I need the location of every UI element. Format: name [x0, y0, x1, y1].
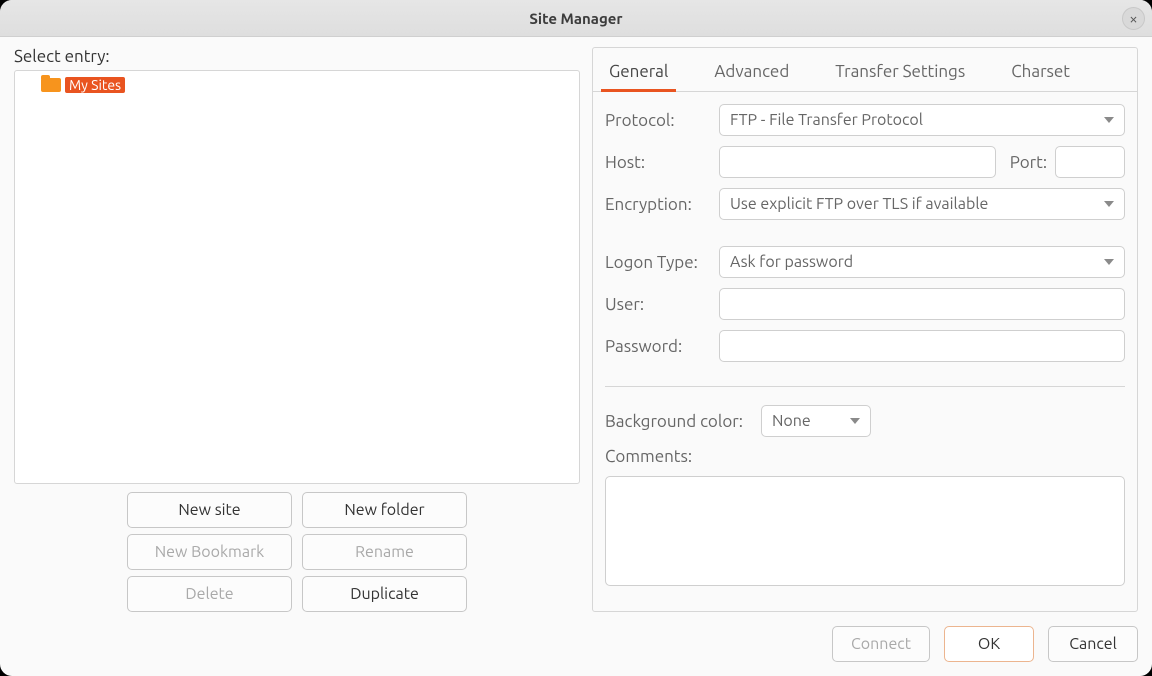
- logon-type-label: Logon Type:: [605, 253, 711, 272]
- connect-button: Connect: [832, 626, 930, 662]
- general-form: Protocol: FTP - File Transfer Protocol H…: [605, 92, 1125, 586]
- user-input[interactable]: [730, 294, 1114, 314]
- tab-transfer-settings[interactable]: Transfer Settings: [827, 56, 973, 91]
- new-bookmark-button: New Bookmark: [127, 534, 292, 570]
- user-input-wrap: [719, 288, 1125, 320]
- close-icon: ×: [1129, 10, 1137, 27]
- logon-type-select[interactable]: Ask for password: [719, 246, 1125, 278]
- encryption-select[interactable]: Use explicit FTP over TLS if available: [719, 188, 1125, 220]
- titlebar: Site Manager ×: [0, 0, 1152, 37]
- port-input-wrap: [1055, 146, 1125, 178]
- new-folder-button[interactable]: New folder: [302, 492, 467, 528]
- close-button[interactable]: ×: [1122, 7, 1145, 30]
- chevron-down-icon: [1104, 201, 1114, 207]
- password-input[interactable]: [730, 336, 1114, 356]
- host-input[interactable]: [730, 152, 985, 172]
- password-input-wrap: [719, 330, 1125, 362]
- tab-charset[interactable]: Charset: [1003, 56, 1078, 91]
- tab-general[interactable]: General: [601, 56, 676, 91]
- logon-type-value: Ask for password: [730, 253, 853, 271]
- site-tree[interactable]: My Sites: [14, 70, 580, 484]
- ok-button[interactable]: OK: [944, 626, 1034, 662]
- chevron-down-icon: [1104, 117, 1114, 123]
- bgcolor-value: None: [772, 412, 811, 430]
- chevron-down-icon: [850, 418, 860, 424]
- bgcolor-label: Background color:: [605, 412, 753, 431]
- new-site-button[interactable]: New site: [127, 492, 292, 528]
- encryption-value: Use explicit FTP over TLS if available: [730, 195, 988, 213]
- site-buttons: New site New folder New Bookmark Rename …: [14, 492, 580, 612]
- protocol-value: FTP - File Transfer Protocol: [730, 111, 923, 129]
- comments-textarea[interactable]: [605, 476, 1125, 586]
- row-encryption: Encryption: Use explicit FTP over TLS if…: [605, 188, 1125, 220]
- tab-advanced[interactable]: Advanced: [706, 56, 797, 91]
- row-host: Host: Port:: [605, 146, 1125, 178]
- password-label: Password:: [605, 337, 711, 356]
- window-title: Site Manager: [529, 10, 622, 27]
- row-password: Password:: [605, 330, 1125, 362]
- row-user: User:: [605, 288, 1125, 320]
- main-panes: Select entry: My Sites New site New fold…: [14, 47, 1138, 612]
- host-input-wrap: [719, 146, 996, 178]
- dialog-body: Select entry: My Sites New site New fold…: [0, 37, 1152, 676]
- dialog-footer: Connect OK Cancel: [14, 612, 1138, 662]
- protocol-select[interactable]: FTP - File Transfer Protocol: [719, 104, 1125, 136]
- left-pane: Select entry: My Sites New site New fold…: [14, 47, 580, 612]
- select-entry-label: Select entry:: [14, 47, 580, 66]
- row-bgcolor: Background color: None: [605, 405, 1125, 437]
- bgcolor-select[interactable]: None: [761, 405, 871, 437]
- folder-icon: [41, 78, 61, 92]
- tree-item-my-sites[interactable]: My Sites: [21, 77, 573, 93]
- comments-label: Comments:: [605, 447, 1125, 466]
- port-input[interactable]: [1066, 152, 1114, 172]
- site-manager-dialog: Site Manager × Select entry: My Sites Ne…: [0, 0, 1152, 676]
- chevron-down-icon: [1104, 259, 1114, 265]
- tree-item-label: My Sites: [65, 77, 125, 93]
- host-label: Host:: [605, 153, 711, 172]
- port-label: Port:: [1004, 153, 1047, 172]
- row-protocol: Protocol: FTP - File Transfer Protocol: [605, 104, 1125, 136]
- protocol-label: Protocol:: [605, 111, 711, 130]
- row-logon: Logon Type: Ask for password: [605, 246, 1125, 278]
- rename-button: Rename: [302, 534, 467, 570]
- delete-button: Delete: [127, 576, 292, 612]
- tab-bar: General Advanced Transfer Settings Chars…: [593, 48, 1137, 92]
- encryption-label: Encryption:: [605, 195, 711, 214]
- duplicate-button[interactable]: Duplicate: [302, 576, 467, 612]
- right-pane: General Advanced Transfer Settings Chars…: [592, 47, 1138, 612]
- divider: [605, 386, 1125, 387]
- user-label: User:: [605, 295, 711, 314]
- cancel-button[interactable]: Cancel: [1048, 626, 1138, 662]
